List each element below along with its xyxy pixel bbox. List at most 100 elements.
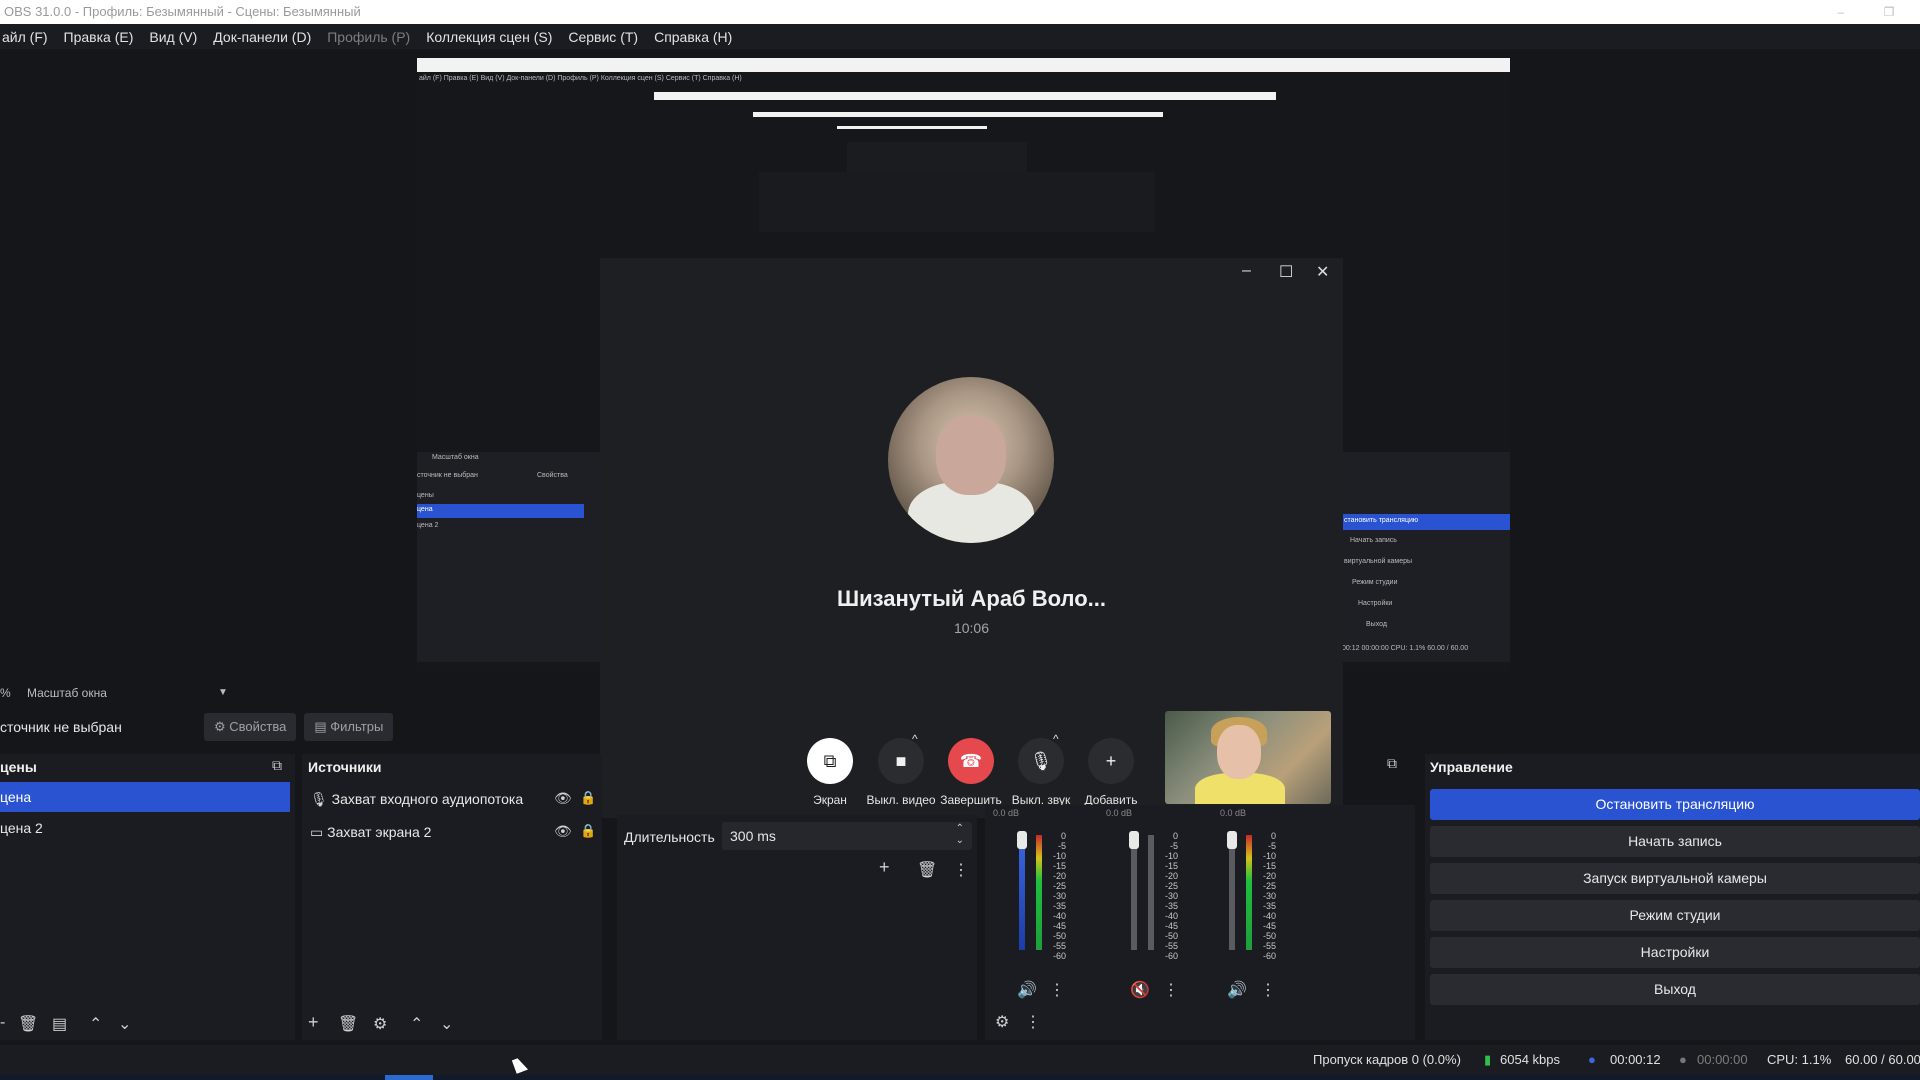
menu-scene-collection[interactable]: Коллекция сцен (S)	[418, 29, 560, 45]
hang-up-button[interactable]: ☎	[948, 738, 994, 784]
menu-docks[interactable]: Док-панели (D)	[205, 29, 319, 45]
speaker-muted-icon[interactable]: 🔇	[1130, 980, 1150, 1000]
menu-view[interactable]: Вид (V)	[141, 29, 205, 45]
volume-slider-track[interactable]	[1229, 835, 1235, 950]
call-minimize-button[interactable]: –	[1242, 262, 1251, 280]
db-tick-label: -40	[1262, 911, 1276, 921]
scale-chevron-down-icon[interactable]: ▼	[218, 684, 228, 702]
microphone-icon: 🎙	[310, 791, 328, 807]
mixer-undock-icon[interactable]: ⧉	[1387, 755, 1397, 772]
scene-remove-partial-icon[interactable]: -	[0, 1014, 5, 1032]
properties-button[interactable]: ⚙ Свойства	[204, 713, 297, 741]
db-tick-label: -35	[1052, 901, 1066, 911]
db-tick-label: 0	[1270, 831, 1276, 841]
db-scale: 0 -5 -10 -15 -20 -25 -30 -35 -40 -45 -50 -55 -60	[1040, 831, 1066, 961]
menu-file[interactable]: айл (F)	[0, 29, 56, 45]
filters-button[interactable]: ▤ Фильтры	[304, 713, 394, 741]
lock-icon[interactable]: 🔒	[580, 823, 596, 839]
menu-tools[interactable]: Сервис (T)	[560, 29, 646, 45]
scene-item[interactable]: цена	[0, 782, 290, 812]
restore-button[interactable]: ❐	[1874, 0, 1904, 24]
nested-scale-label: Масштаб окна	[432, 454, 479, 461]
db-tick-label: -20	[1164, 871, 1178, 881]
mixer-menu-icon[interactable]: ⋮	[1025, 1012, 1041, 1032]
visibility-eye-icon[interactable]: 👁	[554, 823, 572, 840]
channel-menu-icon[interactable]: ⋮	[1260, 980, 1276, 1000]
studio-mode-button[interactable]: Режим студии	[1430, 900, 1920, 931]
start-recording-button[interactable]: Начать запись	[1430, 826, 1920, 857]
lock-icon[interactable]: 🔒	[580, 790, 596, 806]
volume-slider-track[interactable]	[1019, 835, 1025, 950]
video-camera-icon: ■	[895, 751, 907, 771]
controls-header: Управление	[1430, 759, 1513, 775]
scene-filters-icon[interactable]: ▤	[52, 1014, 67, 1034]
taskbar-active-indicator	[385, 1075, 433, 1080]
nested-titlebar-2	[654, 92, 1276, 100]
call-close-button[interactable]: ✕	[1316, 262, 1329, 282]
source-remove-icon[interactable]: 🗑	[338, 1014, 358, 1034]
speaker-icon[interactable]: 🔊	[1017, 980, 1037, 1000]
audio-options-chevron-icon[interactable]: ^	[1053, 732, 1059, 746]
settings-button[interactable]: Настройки	[1430, 937, 1920, 968]
minimize-button[interactable]: –	[1826, 0, 1856, 24]
db-tick-label: -25	[1164, 881, 1178, 891]
exit-button[interactable]: Выход	[1430, 974, 1920, 1005]
db-tick-label: -5	[1057, 841, 1066, 851]
scene-move-up-icon[interactable]: ⌃	[89, 1014, 102, 1034]
source-add-icon[interactable]: +	[308, 1012, 319, 1033]
scene-item[interactable]: цена 2	[0, 813, 290, 843]
channel-menu-icon[interactable]: ⋮	[1049, 980, 1065, 1000]
duration-label: Длительность	[624, 829, 715, 845]
menu-profile[interactable]: Профиль (P)	[319, 29, 418, 45]
transition-remove-icon[interactable]: 🗑	[917, 860, 937, 880]
taskbar-strip	[0, 1075, 1920, 1080]
volume-slider-track[interactable]	[1131, 835, 1137, 950]
scene-move-down-icon[interactable]: ⌄	[118, 1014, 131, 1034]
db-tick-label: -55	[1164, 941, 1178, 951]
monitor-icon: ▭	[310, 824, 324, 840]
call-duration: 10:06	[953, 620, 990, 636]
channel-menu-icon[interactable]: ⋮	[1163, 980, 1179, 1000]
screen-share-button[interactable]: ⧉	[807, 738, 853, 784]
db-tick-label: -10	[1052, 851, 1066, 861]
db-tick-label: -50	[1052, 931, 1066, 941]
menu-help[interactable]: Справка (H)	[646, 29, 740, 45]
duration-input[interactable]: 300 ms ⌃ ⌄	[722, 822, 972, 850]
db-tick-label: -45	[1052, 921, 1066, 931]
source-move-down-icon[interactable]: ⌄	[440, 1014, 453, 1034]
add-person-icon: +	[1105, 751, 1117, 771]
call-maximize-button[interactable]: ☐	[1279, 262, 1293, 282]
start-virtual-camera-button[interactable]: Запуск виртуальной камеры	[1430, 863, 1920, 894]
microphone-icon: 🎙	[1029, 751, 1053, 771]
advanced-audio-gear-icon[interactable]: ⚙	[995, 1012, 1009, 1032]
db-tick-label: -20	[1262, 871, 1276, 881]
db-tick-label: -15	[1164, 861, 1178, 871]
source-move-up-icon[interactable]: ⌃	[410, 1014, 423, 1034]
volume-slider-handle[interactable]	[1129, 831, 1139, 849]
spin-down-icon[interactable]: ⌄	[956, 835, 964, 846]
db-tick-label: -10	[1262, 851, 1276, 861]
db-tick-label: -15	[1052, 861, 1066, 871]
stream-time: 00:00:12	[1610, 1052, 1661, 1067]
spin-up-icon[interactable]: ⌃	[956, 823, 964, 834]
transition-more-icon[interactable]: ⋮	[953, 860, 969, 880]
volume-slider-handle[interactable]	[1017, 831, 1027, 849]
add-participant-button[interactable]: +	[1088, 738, 1134, 784]
transition-add-icon[interactable]: +	[879, 857, 890, 878]
scenes-undock-icon[interactable]: ⧉	[272, 757, 282, 774]
scale-percent: %	[0, 686, 11, 700]
menu-edit[interactable]: Правка (E)	[56, 29, 142, 45]
speaker-icon[interactable]: 🔊	[1227, 980, 1247, 1000]
db-tick-label: -55	[1052, 941, 1066, 951]
self-video-preview	[1165, 711, 1331, 804]
db-tick-label: -35	[1262, 901, 1276, 911]
video-options-chevron-icon[interactable]: ^	[912, 732, 918, 746]
stop-streaming-button[interactable]: Остановить трансляцию	[1430, 789, 1920, 820]
scene-remove-icon[interactable]: 🗑	[18, 1014, 38, 1034]
visibility-eye-icon[interactable]: 👁	[554, 790, 572, 807]
audio-mixer-dock: 0.0 dB 0.0 dB 0.0 dB ⧉ 0 -5 -10 -15 -20 -25 -3…	[985, 755, 1415, 1040]
stream-icon: ●	[1588, 1052, 1596, 1067]
scale-dropdown[interactable]: Масштаб окна	[27, 684, 107, 702]
volume-slider-handle[interactable]	[1227, 831, 1237, 849]
source-properties-gear-icon[interactable]: ⚙	[373, 1014, 387, 1034]
